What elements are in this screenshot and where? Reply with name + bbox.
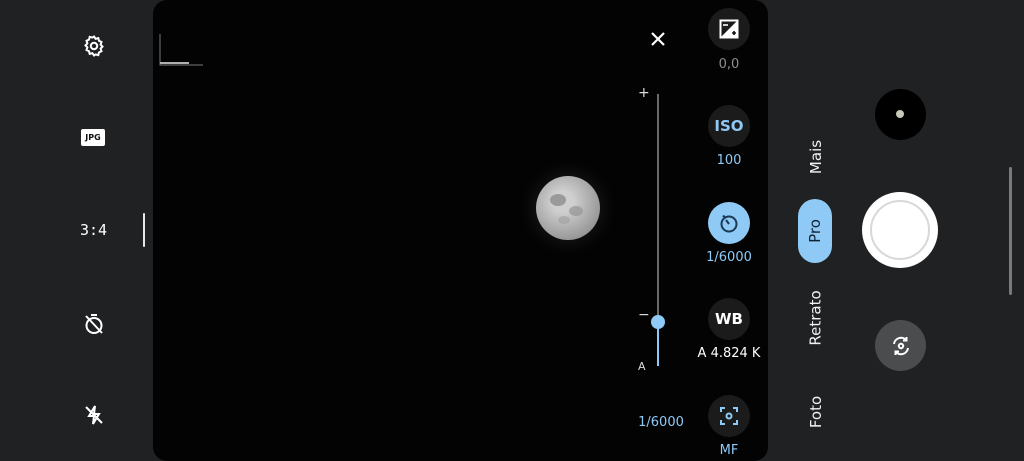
slider-minus-label: − (638, 307, 650, 323)
close-button[interactable] (647, 28, 669, 50)
shutter-button[interactable] (862, 192, 938, 268)
edge-scroll-handle[interactable] (1009, 167, 1012, 295)
shutter-slider-thumb[interactable] (651, 315, 665, 329)
timer-button[interactable] (81, 311, 107, 337)
flash-button[interactable] (81, 402, 107, 428)
slider-auto-label: A (638, 360, 646, 373)
white-balance-value: A 4.824 K (697, 346, 761, 361)
shutter-button-ring (870, 200, 930, 260)
white-balance-button[interactable]: WB (708, 298, 750, 340)
mode-portrait-label: Retrato (807, 290, 825, 346)
mode-pro[interactable]: Pro (798, 199, 832, 263)
format-label: JPG (85, 133, 101, 142)
flash-off-icon (85, 405, 103, 425)
mode-photo[interactable]: Foto (786, 396, 846, 428)
exposure-value: 0,0 (718, 57, 740, 72)
iso-button[interactable]: ISO (708, 105, 750, 147)
exposure-icon (719, 19, 739, 39)
iso-icon: ISO (714, 117, 744, 135)
exposure-compensation-button[interactable] (708, 8, 750, 50)
gallery-thumbnail[interactable] (875, 89, 926, 140)
timer-off-icon (85, 314, 103, 334)
mode-more[interactable]: Mais (786, 140, 846, 174)
focus-icon (720, 407, 738, 425)
settings-button[interactable] (81, 33, 107, 59)
mode-more-label: Mais (807, 139, 825, 175)
histogram (159, 34, 203, 66)
iso-value: 100 (716, 153, 742, 168)
ratio-indicator (143, 213, 145, 247)
mode-photo-label: Foto (807, 395, 825, 429)
moon-subject (536, 176, 600, 240)
shutter-speed-button[interactable] (708, 202, 750, 244)
gallery-moon-preview (896, 110, 904, 118)
aspect-ratio-label: 3:4 (80, 221, 108, 239)
aspect-ratio-button[interactable]: 3:4 (80, 220, 110, 240)
slider-plus-label: + (638, 85, 650, 101)
shutter-slider-track[interactable] (651, 94, 665, 366)
shutter-icon (720, 214, 738, 233)
camera-viewfinder[interactable]: + − A 1/6000 0,0 ISO 100 1/6000 WB A 4.8… (153, 0, 768, 461)
focus-value: MF (719, 443, 739, 458)
slider-value-label: 1/6000 (638, 415, 684, 430)
wb-icon: WB (715, 310, 743, 328)
camera-flip-icon (892, 336, 909, 355)
shutter-speed-value: 1/6000 (706, 250, 752, 265)
switch-camera-button[interactable] (875, 320, 926, 371)
format-button[interactable]: JPG (81, 129, 105, 146)
mode-pro-label: Pro (805, 219, 824, 243)
mode-portrait[interactable]: Retrato (776, 290, 856, 345)
focus-button[interactable] (708, 395, 750, 437)
gear-icon (84, 35, 104, 57)
close-icon (651, 32, 665, 46)
